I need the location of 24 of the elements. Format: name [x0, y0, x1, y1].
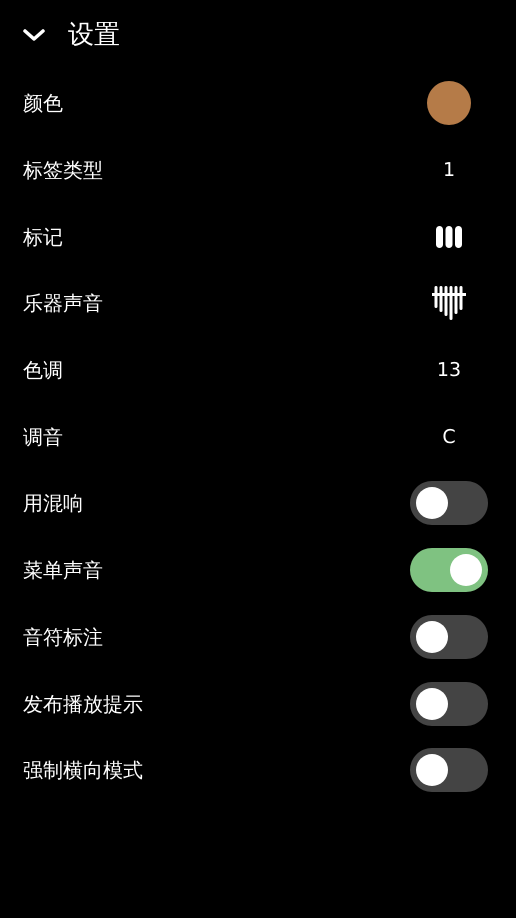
setting-value[interactable]: 1 — [442, 156, 456, 184]
setting-value[interactable]: 13 — [436, 356, 462, 384]
toggle-switch[interactable] — [410, 748, 488, 792]
chevron-down-icon[interactable] — [22, 27, 46, 43]
setting-label: 标签类型 — [23, 157, 103, 184]
setting-label: 菜单声音 — [23, 557, 103, 584]
setting-label: 用混响 — [23, 490, 83, 518]
kalimba-icon[interactable] — [432, 286, 466, 320]
setting-label: 发布播放提示 — [23, 690, 143, 718]
setting-label: 调音 — [23, 424, 63, 451]
color-swatch[interactable] — [427, 81, 471, 126]
setting-value[interactable]: C — [442, 422, 456, 452]
setting-label: 颜色 — [23, 90, 63, 118]
setting-label: 乐器声音 — [23, 290, 103, 318]
setting-label: 强制横向模式 — [23, 757, 143, 784]
toggle-switch[interactable] — [410, 548, 488, 592]
toggle-switch[interactable] — [410, 682, 488, 726]
toggle-switch[interactable] — [410, 614, 488, 659]
panel-title: 设置 — [68, 18, 120, 52]
setting-label: 色调 — [23, 357, 63, 384]
setting-label: 标记 — [23, 224, 63, 251]
setting-label: 音符标注 — [23, 624, 103, 651]
bars-icon[interactable] — [436, 226, 462, 248]
toggle-switch[interactable] — [410, 481, 488, 526]
